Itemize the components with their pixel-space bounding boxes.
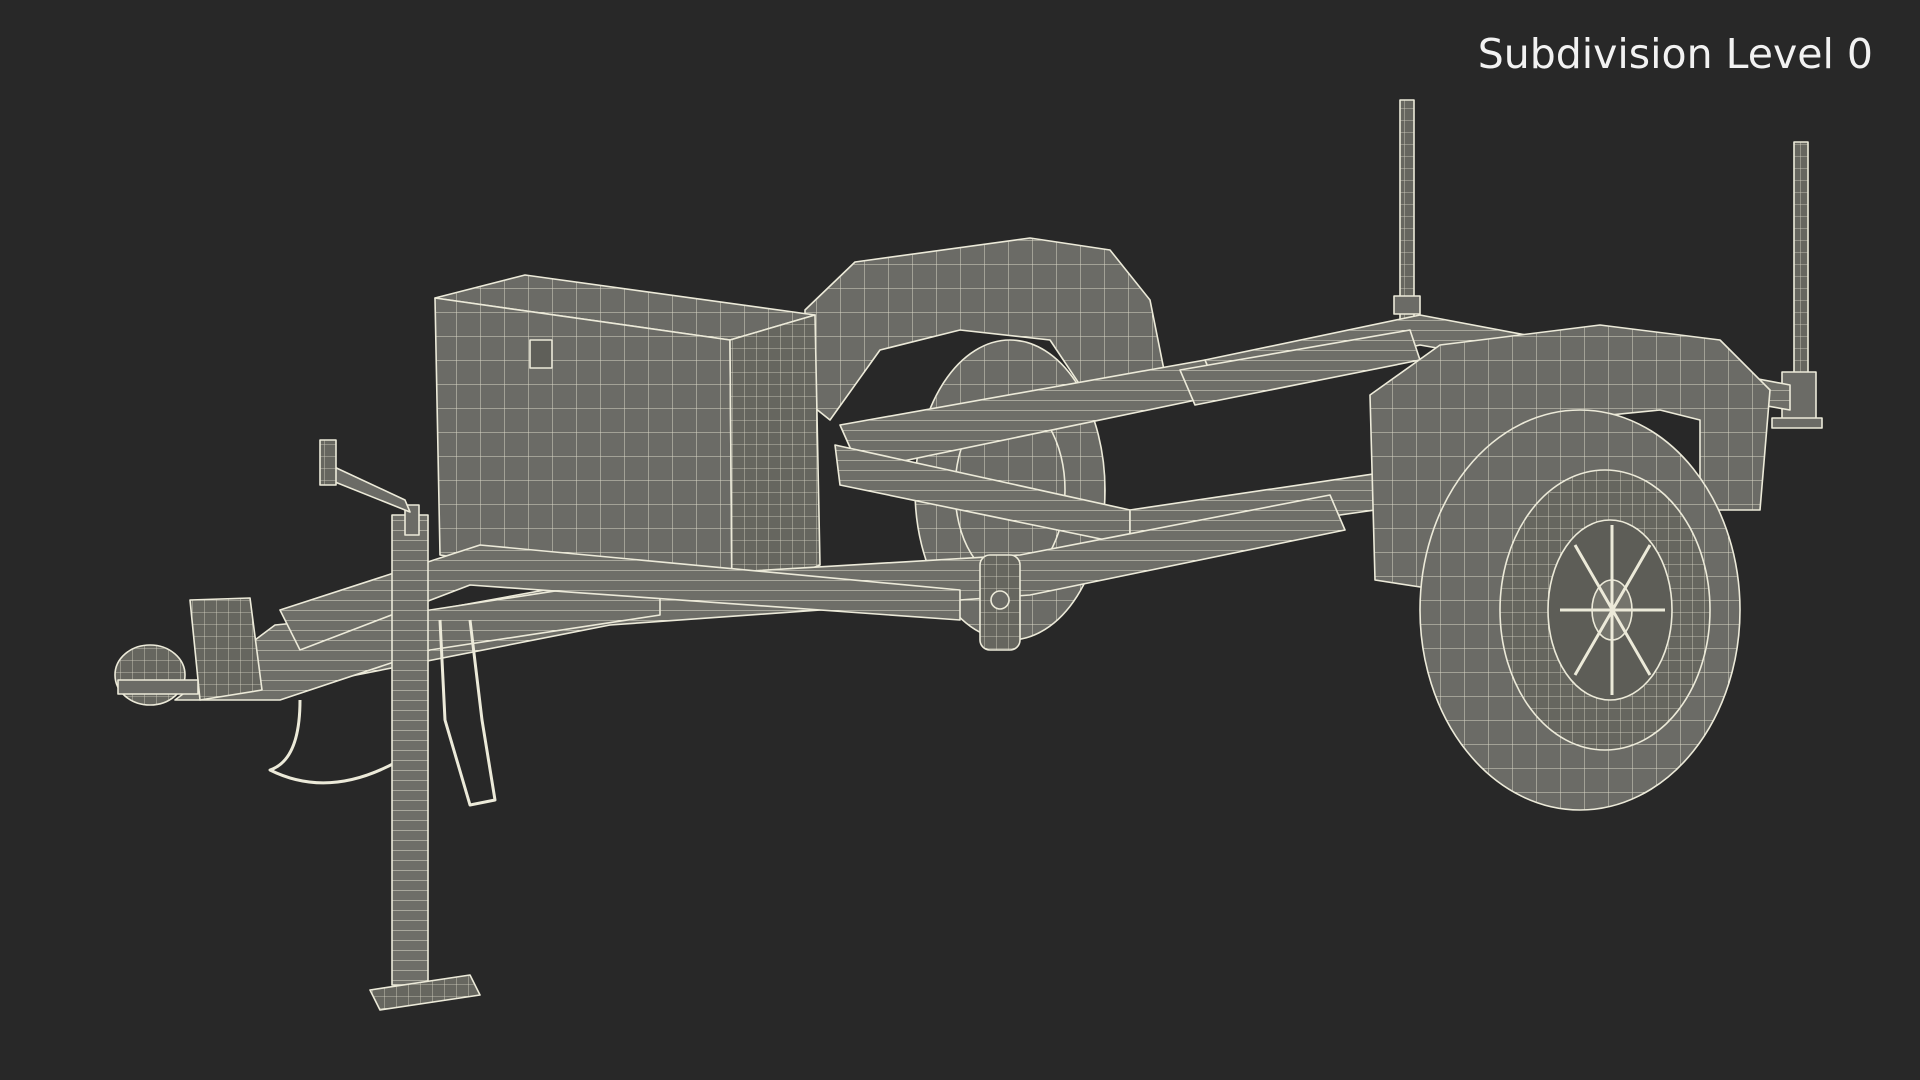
frame-clamp xyxy=(979,554,1021,651)
hitch-coupler xyxy=(114,597,263,706)
near-wheel xyxy=(1419,409,1741,811)
3d-viewport[interactable]: Subdivision Level 0 xyxy=(0,0,1920,1080)
rear-post-left xyxy=(1393,99,1421,321)
subdivision-level-label: Subdivision Level 0 xyxy=(1477,30,1873,78)
trailer-wireframe-model xyxy=(114,99,1823,1011)
